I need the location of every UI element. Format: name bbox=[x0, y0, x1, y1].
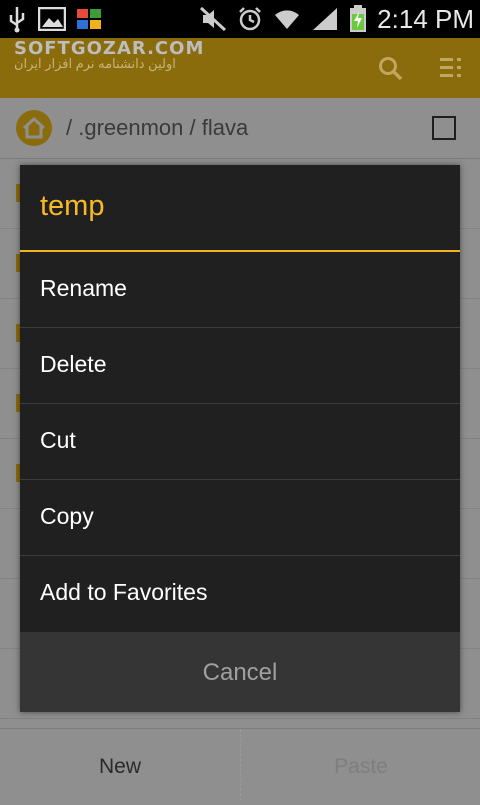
current-path[interactable]: / .greenmon / flava bbox=[66, 115, 248, 141]
cancel-button[interactable]: Cancel bbox=[20, 632, 460, 712]
wifi-icon bbox=[275, 10, 300, 29]
battery-charging-icon bbox=[350, 5, 367, 32]
app-header: SOFTGOZAR.COM اولین دانشنامه نرم افزار ا… bbox=[0, 38, 480, 98]
brand-subtitle: اولین دانشنامه نرم افزار ایران bbox=[14, 56, 176, 71]
image-icon bbox=[38, 7, 66, 31]
notification-icons bbox=[6, 4, 102, 34]
paste-button[interactable]: Paste bbox=[240, 729, 480, 801]
menu-item-add-to-favorites[interactable]: Add to Favorites bbox=[20, 556, 460, 631]
new-button[interactable]: New bbox=[0, 729, 240, 801]
menu-item-delete[interactable]: Delete bbox=[20, 328, 460, 404]
alarm-icon bbox=[239, 7, 262, 31]
bottom-action-bar: New Paste bbox=[0, 728, 480, 801]
dialog-title: temp bbox=[40, 190, 105, 222]
menu-item-rename[interactable]: Rename bbox=[20, 252, 460, 328]
menu-item-label: Cut bbox=[40, 427, 76, 453]
menu-item-label: Add to Favorites bbox=[40, 579, 208, 605]
usb-icon bbox=[9, 7, 25, 33]
context-menu-dialog: temp Rename Delete Cut Copy Add to Favor… bbox=[20, 165, 460, 712]
clock: 2:14 PM bbox=[377, 3, 474, 34]
dialog-button-bar: Cancel bbox=[20, 632, 460, 712]
menu-item-label: Delete bbox=[40, 351, 107, 377]
store-icon bbox=[77, 9, 101, 29]
select-all-checkbox[interactable] bbox=[432, 116, 456, 140]
mute-icon bbox=[200, 6, 227, 32]
system-icons: 2:14 PM bbox=[199, 4, 474, 34]
menu-icon[interactable] bbox=[440, 56, 464, 80]
path-bar: / .greenmon / flava bbox=[0, 98, 480, 159]
home-button[interactable] bbox=[16, 110, 52, 146]
menu-item-cut[interactable]: Cut bbox=[20, 404, 460, 480]
signal-icon bbox=[313, 8, 338, 30]
search-icon[interactable] bbox=[378, 56, 404, 82]
menu-item-copy[interactable]: Copy bbox=[20, 480, 460, 556]
menu-item-label: Rename bbox=[40, 275, 127, 301]
status-bar: 2:14 PM bbox=[0, 0, 480, 38]
home-icon bbox=[22, 116, 46, 139]
menu-item-label: Copy bbox=[40, 503, 94, 529]
